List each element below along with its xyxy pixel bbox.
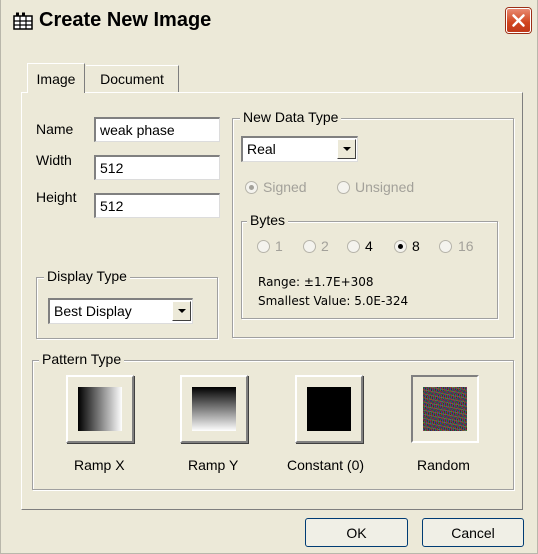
image-grid-icon	[13, 12, 33, 30]
image-tab-panel	[21, 92, 523, 510]
tab-image[interactable]: Image	[27, 63, 85, 93]
create-new-image-dialog: Create New Image Image Document Name Wid…	[0, 0, 538, 554]
tab-document[interactable]: Document	[86, 65, 179, 92]
ok-button[interactable]: OK	[305, 518, 408, 547]
title-bar[interactable]: Create New Image	[1, 0, 537, 40]
close-icon	[512, 14, 525, 27]
close-button[interactable]	[506, 8, 531, 33]
window-title: Create New Image	[39, 9, 212, 31]
cancel-button[interactable]: Cancel	[422, 518, 524, 547]
